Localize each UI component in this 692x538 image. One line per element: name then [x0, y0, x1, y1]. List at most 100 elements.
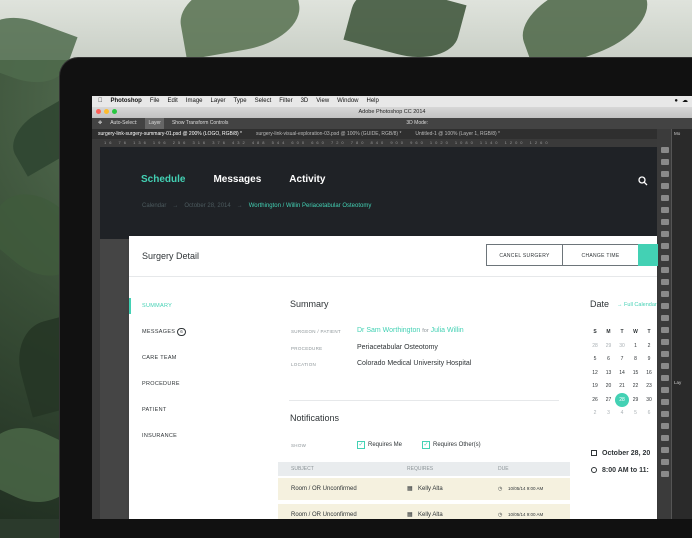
calendar-day[interactable]: 29: [602, 339, 616, 353]
minimize-icon[interactable]: [104, 109, 109, 114]
calendar-day[interactable]: 5: [629, 406, 643, 420]
calendar-day[interactable]: 3: [602, 406, 616, 420]
calendar-day[interactable]: 12: [588, 366, 602, 380]
calendar-day[interactable]: 23: [642, 379, 656, 393]
sidebar-item-messages[interactable]: MESSAGES 6: [129, 319, 239, 345]
tool-icon[interactable]: [661, 363, 669, 369]
tool-icon[interactable]: [661, 147, 669, 153]
tool-icon[interactable]: [661, 327, 669, 333]
tool-icon[interactable]: [661, 243, 669, 249]
calendar-day[interactable]: 22: [629, 379, 643, 393]
auto-select-checkbox[interactable]: Auto-Select:: [110, 118, 137, 129]
menu-layer[interactable]: Layer: [211, 96, 226, 107]
tab-doc-1[interactable]: surgery-link-surgery-summary-01.psd @ 20…: [98, 129, 242, 139]
surgeon-link[interactable]: Dr Sam Worthington: [357, 327, 420, 334]
tool-icon[interactable]: [661, 339, 669, 345]
patient-link[interactable]: Julia Willin: [431, 327, 464, 334]
calendar-day[interactable]: 14: [615, 366, 629, 380]
move-tool-icon[interactable]: ✥: [98, 118, 102, 129]
panel-label[interactable]: Mo: [672, 129, 692, 138]
calendar-day[interactable]: 1: [629, 339, 643, 353]
menu-image[interactable]: Image: [186, 96, 203, 107]
requires-others-checkbox[interactable]: ✓: [422, 441, 430, 449]
calendar-day[interactable]: 19: [588, 379, 602, 393]
calendar-day[interactable]: 15: [629, 366, 643, 380]
calendar-day[interactable]: 9: [642, 352, 656, 366]
calendar-day[interactable]: 16: [642, 366, 656, 380]
tool-icon[interactable]: [661, 375, 669, 381]
calendar-day[interactable]: 26: [588, 393, 602, 407]
sidebar-item-insurance[interactable]: INSURANCE: [129, 423, 239, 449]
nav-messages[interactable]: Messages: [213, 174, 261, 185]
tool-icon[interactable]: [661, 291, 669, 297]
menu-view[interactable]: View: [316, 96, 329, 107]
tool-icon[interactable]: [661, 303, 669, 309]
tool-icon[interactable]: [661, 471, 669, 477]
tool-icon[interactable]: [661, 411, 669, 417]
tool-icon[interactable]: [661, 219, 669, 225]
nav-schedule[interactable]: Schedule: [141, 174, 185, 185]
status-icon[interactable]: ●: [674, 96, 678, 107]
tool-icon[interactable]: [661, 195, 669, 201]
tool-icon[interactable]: [661, 279, 669, 285]
menu-app-name[interactable]: Photoshop: [111, 96, 142, 107]
calendar-day[interactable]: 2: [642, 339, 656, 353]
calendar-day[interactable]: 30: [642, 393, 656, 407]
transform-controls-checkbox[interactable]: Show Transform Controls: [172, 118, 228, 129]
tool-icon[interactable]: [661, 387, 669, 393]
breadcrumb-calendar[interactable]: Calendar: [142, 203, 166, 209]
full-calendar-link[interactable]: → Full Calendar: [617, 302, 657, 308]
calendar-day[interactable]: 28: [615, 392, 629, 407]
calendar-day[interactable]: 5: [588, 352, 602, 366]
tool-icon[interactable]: [661, 231, 669, 237]
tab-doc-2[interactable]: surgery-link-visual-exploration-03.psd @…: [256, 129, 401, 139]
calendar-day[interactable]: 6: [642, 406, 656, 420]
tool-icon[interactable]: [661, 255, 669, 261]
tool-icon[interactable]: [661, 399, 669, 405]
tool-icon[interactable]: [661, 171, 669, 177]
menu-edit[interactable]: Edit: [168, 96, 178, 107]
calendar-day[interactable]: 21: [615, 379, 629, 393]
calendar-day[interactable]: 20: [602, 379, 616, 393]
cancel-surgery-button[interactable]: CANCEL SURGERY: [486, 244, 563, 266]
panel-label[interactable]: Lay: [672, 378, 692, 387]
maximize-icon[interactable]: [112, 109, 117, 114]
sidebar-item-patient[interactable]: PATIENT: [129, 397, 239, 423]
tool-icon[interactable]: [661, 159, 669, 165]
breadcrumb-date[interactable]: October 28, 2014: [184, 203, 230, 209]
tool-icon[interactable]: [661, 183, 669, 189]
apple-icon[interactable]: : [98, 96, 103, 107]
tool-icon[interactable]: [661, 315, 669, 321]
tool-icon[interactable]: [661, 447, 669, 453]
calendar-day[interactable]: 2: [588, 406, 602, 420]
menu-3d[interactable]: 3D: [301, 96, 309, 107]
calendar-day[interactable]: 27: [602, 393, 616, 407]
tool-icon[interactable]: [661, 267, 669, 273]
tool-icon[interactable]: [661, 435, 669, 441]
tool-icon[interactable]: [661, 423, 669, 429]
sidebar-item-procedure[interactable]: PROCEDURE: [129, 371, 239, 397]
calendar-day[interactable]: 28: [588, 339, 602, 353]
calendar-day[interactable]: 8: [629, 352, 643, 366]
menu-help[interactable]: Help: [367, 96, 379, 107]
auto-select-dropdown[interactable]: Layer: [145, 118, 164, 129]
menu-filter[interactable]: Filter: [279, 96, 292, 107]
calendar-day[interactable]: 29: [629, 393, 643, 407]
tab-doc-3[interactable]: Untitled-1 @ 100% (Layer 1, RGB/8) *: [415, 129, 500, 139]
tool-icon[interactable]: [661, 351, 669, 357]
calendar-day[interactable]: 4: [615, 406, 629, 420]
calendar-day[interactable]: 30: [615, 339, 629, 353]
tool-icon[interactable]: [661, 207, 669, 213]
sidebar-item-summary[interactable]: SUMMARY: [129, 293, 239, 319]
menu-select[interactable]: Select: [255, 96, 272, 107]
primary-action-button[interactable]: [638, 244, 658, 266]
requires-me-checkbox[interactable]: ✓: [357, 441, 365, 449]
change-time-button[interactable]: CHANGE TIME: [562, 244, 639, 266]
sidebar-item-care-team[interactable]: CARE TEAM: [129, 345, 239, 371]
close-icon[interactable]: [96, 109, 101, 114]
calendar-day[interactable]: 6: [602, 352, 616, 366]
menu-type[interactable]: Type: [234, 96, 247, 107]
menu-window[interactable]: Window: [337, 96, 358, 107]
cloud-icon[interactable]: ☁: [682, 96, 688, 107]
search-icon[interactable]: [638, 176, 648, 186]
